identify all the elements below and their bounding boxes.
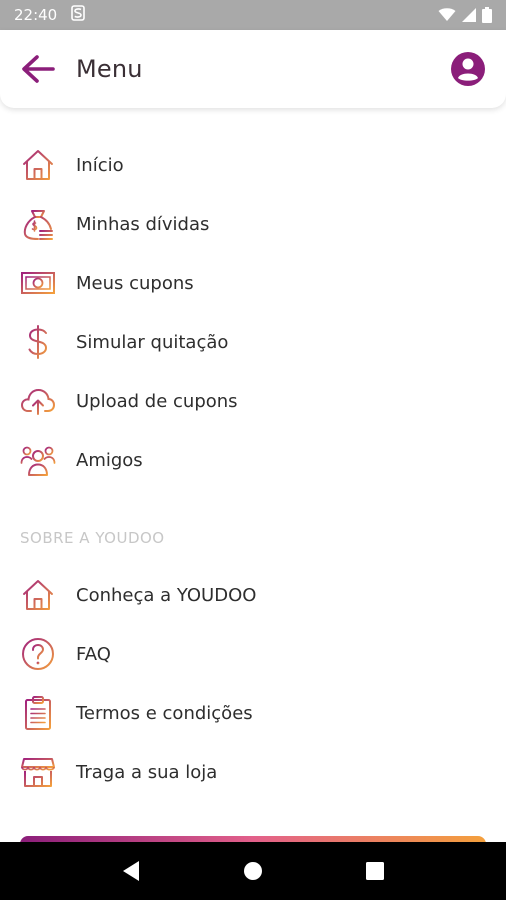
s-icon xyxy=(71,5,86,25)
nav-back-button[interactable] xyxy=(111,851,151,891)
menu-item-conheca-youdoo[interactable]: Conheça a YOUDOO xyxy=(0,569,506,621)
square-recents-icon xyxy=(366,862,384,880)
account-circle-icon xyxy=(451,52,485,86)
menu-item-upload-cupons[interactable]: Upload de cupons xyxy=(0,375,506,427)
wifi-icon xyxy=(438,8,456,22)
menu-item-label: Traga a sua loja xyxy=(76,761,218,783)
menu-item-termos[interactable]: Termos e condições xyxy=(0,687,506,739)
menu-item-label: FAQ xyxy=(76,643,111,665)
menu-item-label: Início xyxy=(76,154,124,176)
back-button[interactable] xyxy=(18,49,58,89)
menu-item-traga-sua-loja[interactable]: Traga a sua loja xyxy=(0,746,506,798)
friends-icon xyxy=(20,442,56,478)
menu-item-simular-quitacao[interactable]: Simular quitação xyxy=(0,316,506,368)
status-bar: 22:40 xyxy=(0,0,506,30)
menu-item-label: Upload de cupons xyxy=(76,390,238,412)
menu-item-faq[interactable]: FAQ xyxy=(0,628,506,680)
section-title-about: SOBRE A YOUDOO xyxy=(20,529,165,547)
menu-item-label: Meus cupons xyxy=(76,272,194,294)
menu-item-inicio[interactable]: Início xyxy=(0,139,506,191)
clipboard-icon xyxy=(20,695,56,731)
store-icon xyxy=(20,754,56,790)
page-title: Menu xyxy=(76,55,143,83)
circle-home-icon xyxy=(244,862,262,880)
triangle-back-icon xyxy=(123,861,139,881)
profile-button[interactable] xyxy=(448,49,488,89)
question-icon xyxy=(20,636,56,672)
cloud-upload-icon xyxy=(20,383,56,419)
menu-item-label: Termos e condições xyxy=(76,702,253,724)
menu-item-label: Simular quitação xyxy=(76,331,229,353)
arrow-left-icon xyxy=(22,55,55,83)
dollar-icon xyxy=(20,324,56,360)
home-icon xyxy=(20,577,56,613)
nav-home-button[interactable] xyxy=(233,851,273,891)
menu-item-label: Conheça a YOUDOO xyxy=(76,584,257,606)
menu-item-label: Amigos xyxy=(76,449,143,471)
signal-icon xyxy=(462,8,476,22)
battery-icon xyxy=(482,7,492,23)
menu-item-minhas-dividas[interactable]: Minhas dívidas xyxy=(0,198,506,250)
home-icon xyxy=(20,147,56,183)
system-nav-bar xyxy=(0,842,506,900)
menu-item-label: Minhas dívidas xyxy=(76,213,210,235)
status-time: 22:40 xyxy=(14,6,58,24)
banknote-icon xyxy=(20,265,56,301)
menu-item-meus-cupons[interactable]: Meus cupons xyxy=(0,257,506,309)
nav-recents-button[interactable] xyxy=(355,851,395,891)
app-bar: Menu xyxy=(0,30,506,108)
money-bag-icon xyxy=(20,206,56,242)
menu-item-amigos[interactable]: Amigos xyxy=(0,434,506,486)
